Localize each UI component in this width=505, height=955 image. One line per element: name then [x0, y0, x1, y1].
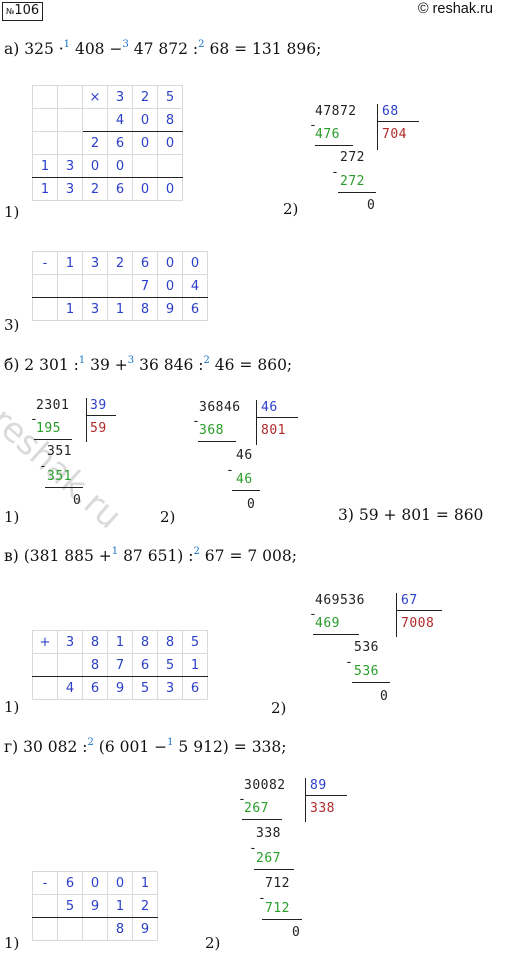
remainder: 0: [367, 198, 376, 213]
partial-product: 476: [315, 127, 340, 142]
step-label: 1): [4, 508, 20, 526]
dividend: 469536: [315, 593, 365, 608]
dividend: 2301: [36, 398, 70, 413]
problem-number-badge: №106: [2, 2, 44, 21]
step-label: 2): [283, 200, 299, 218]
step-label: 2): [205, 934, 221, 952]
site-credit: © reshak.ru: [417, 1, 493, 17]
divisor: 67: [401, 593, 418, 608]
quotient: 59: [90, 421, 107, 436]
expression-b: б) 2 301 :1 39 +3 36 846 :2 46 = 860;: [4, 355, 293, 374]
quotient: 704: [382, 127, 407, 142]
quotient: 338: [310, 801, 335, 816]
step-label: 1): [4, 934, 20, 952]
dividend: 36846: [199, 400, 241, 415]
subtraction-column-a: -132600 704 131896: [32, 251, 208, 321]
step-label: 3): [4, 316, 20, 334]
divisor: 68: [382, 104, 399, 119]
dividend: 30082: [244, 778, 286, 793]
expression-g: г) 30 082 :2 (6 001 −1 5 912) = 338;: [4, 737, 287, 756]
expression-v: в) (381 885 +1 87 651) :2 67 = 7 008;: [4, 546, 297, 565]
step-label: 2): [271, 699, 287, 717]
expression-a: а) 325 ·1 408 −3 47 872 :2 68 = 131 896;: [4, 39, 322, 58]
divisor: 39: [90, 398, 107, 413]
step-label: 2): [160, 508, 176, 526]
subtraction-column-g: -6001 5912 89: [32, 871, 158, 941]
addition-column-v: +3 8 1 8 8 5 87651 469536: [32, 630, 208, 700]
step-3-result: 3) 59 + 801 = 860: [338, 506, 484, 524]
divisor: 46: [261, 400, 278, 415]
divisor: 89: [310, 778, 327, 793]
dividend: 47872: [315, 104, 357, 119]
step-label: 1): [4, 203, 20, 221]
multiplication-column-a: × 3 2 5 408 2600 1300 132600: [32, 85, 183, 201]
step-label: 1): [4, 698, 20, 716]
quotient: 7008: [401, 616, 435, 631]
quotient: 801: [261, 423, 286, 438]
